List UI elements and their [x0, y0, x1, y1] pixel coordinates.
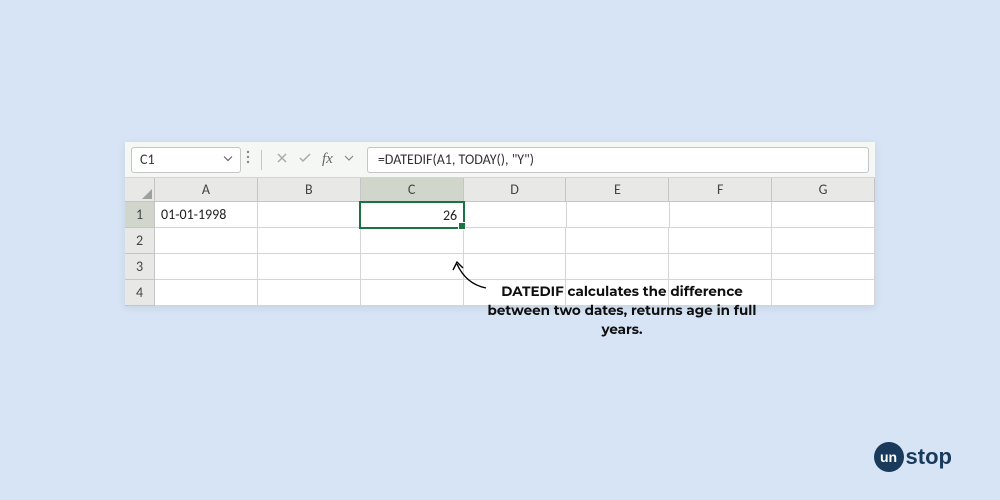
col-header-e[interactable]: E	[566, 178, 669, 202]
cell-g3[interactable]	[772, 254, 875, 280]
cell-d3[interactable]	[464, 254, 567, 280]
logo-text: stop	[906, 444, 952, 470]
chevron-down-icon[interactable]	[222, 151, 234, 168]
enter-icon[interactable]	[298, 151, 312, 168]
table-row: 2	[125, 228, 875, 254]
formula-input[interactable]: =DATEDIF(A1, TODAY(), "Y")	[367, 147, 869, 173]
cancel-icon[interactable]	[276, 151, 288, 168]
logo-circle: un	[874, 442, 904, 472]
cell-a3[interactable]	[155, 254, 258, 280]
col-header-a[interactable]: A	[155, 178, 258, 202]
col-header-d[interactable]: D	[464, 178, 567, 202]
cell-d2[interactable]	[464, 228, 567, 254]
fx-icon[interactable]: fx	[322, 151, 333, 168]
cell-f2[interactable]	[669, 228, 772, 254]
col-header-c[interactable]: C	[361, 178, 464, 202]
annotation-text: DATEDIF calculates the difference betwee…	[482, 283, 762, 340]
cell-b3[interactable]	[258, 254, 361, 280]
cell-reference: C1	[140, 151, 155, 168]
cell-c2[interactable]	[361, 228, 464, 254]
cell-c3[interactable]	[361, 254, 464, 280]
cell-b4[interactable]	[258, 280, 361, 306]
col-header-b[interactable]: B	[258, 178, 361, 202]
cell-g4[interactable]	[772, 280, 875, 306]
cell-e1[interactable]	[567, 202, 670, 228]
logo: un stop	[874, 442, 952, 472]
name-box[interactable]: C1	[131, 147, 241, 173]
formula-bar: C1 fx =DATEDIF(A1, TODAY(), "Y")	[125, 142, 875, 178]
col-header-f[interactable]: F	[669, 178, 772, 202]
cell-d1[interactable]	[464, 202, 567, 228]
table-row: 1 01-01-1998 26	[125, 202, 875, 228]
cell-b1[interactable]	[258, 202, 361, 228]
row-header-4[interactable]: 4	[125, 280, 155, 306]
cell-g1[interactable]	[772, 202, 875, 228]
select-all-corner[interactable]	[125, 178, 155, 202]
row-header-1[interactable]: 1	[125, 202, 155, 228]
column-header-row: A B C D E F G	[125, 178, 875, 202]
cell-b2[interactable]	[258, 228, 361, 254]
cell-a4[interactable]	[155, 280, 258, 306]
cell-g2[interactable]	[772, 228, 875, 254]
excel-window: C1 fx =DATEDIF(A1, TODAY(), "Y")	[125, 142, 875, 306]
logo-circle-text: un	[880, 449, 897, 465]
chevron-down-icon[interactable]	[343, 151, 355, 168]
col-header-g[interactable]: G	[772, 178, 875, 202]
cell-a2[interactable]	[155, 228, 258, 254]
cell-f3[interactable]	[669, 254, 772, 280]
row-header-2[interactable]: 2	[125, 228, 155, 254]
cell-a1[interactable]: 01-01-1998	[155, 202, 258, 228]
table-row: 3	[125, 254, 875, 280]
separator	[261, 150, 262, 170]
cell-c1[interactable]: 26	[359, 201, 465, 229]
row-header-3[interactable]: 3	[125, 254, 155, 280]
formula-text: =DATEDIF(A1, TODAY(), "Y")	[378, 151, 534, 168]
cell-c4[interactable]	[361, 280, 464, 306]
formula-bar-controls: fx	[268, 151, 363, 168]
dots-vertical-icon[interactable]	[241, 149, 255, 170]
cell-e3[interactable]	[566, 254, 669, 280]
cell-f1[interactable]	[670, 202, 773, 228]
cell-e2[interactable]	[566, 228, 669, 254]
